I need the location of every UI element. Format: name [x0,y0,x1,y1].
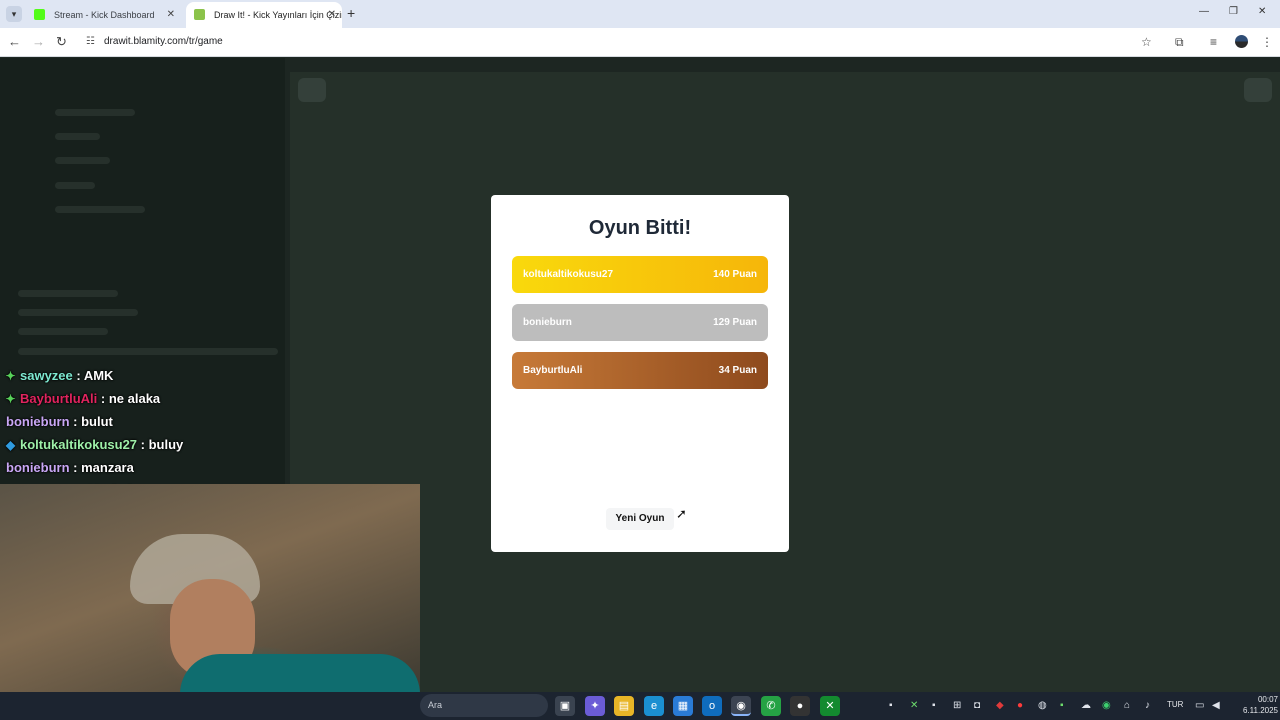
clock-date: 6.11.2025 [1243,706,1278,715]
taskbar-search[interactable]: Ara [420,694,548,717]
tab-title: Draw It! - Kick Yayınları İçin Çizim [214,10,342,20]
chat-text: : AMK [72,368,114,383]
player-score: 129 Puan [713,317,757,328]
bookmark-star-icon[interactable]: ☆ [1141,34,1152,50]
chrome-icon[interactable]: ◉ [731,696,751,716]
restore-icon[interactable]: ❐ [1229,6,1238,17]
player-name: bonieburn [523,317,572,328]
menu-kebab-icon[interactable]: ⋮ [1261,34,1273,50]
chat-username[interactable]: BayburtluAli [20,391,97,406]
chat-message: ✦ BayburtluAli : ne alaka [4,391,160,406]
copilot-icon[interactable]: ✦ [585,696,605,716]
tab-strip: ▾ Stream - Kick Dashboard ✕ Draw It! - K… [0,0,1280,28]
forward-arrow-icon[interactable]: → [32,34,45,50]
tray-gamepad-icon[interactable]: ⊞ [953,699,961,713]
player-name: koltukaltikokusu27 [523,269,614,280]
blurred-row [55,182,95,189]
file-explorer-icon[interactable]: ▤ [614,696,634,716]
chat-message: ✦ sawyzee : AMK [4,368,113,383]
blurred-row [55,133,100,140]
game-settings-button[interactable] [1244,78,1272,102]
game-over-modal: Oyun Bitti! koltukaltikokusu27 140 Puan … [491,195,789,552]
xbox-icon[interactable]: ✕ [820,696,840,716]
outlook-icon[interactable]: o [702,696,722,716]
blurred-row [18,309,138,316]
tab-close-icon[interactable]: ✕ [328,2,336,28]
tray-mic-icon[interactable]: ♪ [1145,699,1150,713]
tab-search-chevron-icon[interactable]: ▾ [6,6,22,22]
edge-icon[interactable]: e [644,696,664,716]
tray-app-icon[interactable]: ▪ [889,699,893,713]
minimize-icon[interactable]: — [1199,6,1209,17]
new-tab-button[interactable]: + [347,5,355,21]
window-close-icon[interactable]: ✕ [1258,6,1266,17]
blurred-row [18,290,118,297]
blurred-row [55,109,135,116]
store-icon[interactable]: ▦ [673,696,693,716]
chat-username[interactable]: sawyzee [20,368,73,383]
game-menu-button[interactable] [298,78,326,102]
obs-icon[interactable]: ● [790,696,810,716]
tray-volume-icon[interactable]: ◀ [1212,699,1220,713]
chat-text: : manzara [69,460,134,475]
back-arrow-icon[interactable]: ← [8,34,21,50]
player-score: 34 Puan [718,365,757,376]
tray-app-icon[interactable]: ▪ [1060,699,1064,713]
diamond-badge-icon: ✦ [5,392,16,406]
reload-icon[interactable]: ↻ [56,34,67,50]
modal-title: Oyun Bitti! [588,217,692,239]
mouse-cursor-icon: ➚ [676,506,687,521]
kick-favicon-icon [34,9,45,20]
clock[interactable]: 00:07 6.11.2025 [1228,694,1278,716]
chat-username[interactable]: koltukaltikokusu27 [20,437,137,452]
language-indicator[interactable]: TUR [1167,700,1183,709]
tab-kick-dashboard[interactable]: Stream - Kick Dashboard ✕ [26,2,181,28]
blurred-row [18,348,278,355]
tray-cloud-icon[interactable]: ☁ [1081,699,1091,713]
taskbar: Ara ▣ ✦ ▤ e ▦ o ◉ ✆ ● ✕ ▪ ✕ ▪ ⊞ ◘ ◆ ● ◍ … [0,692,1280,720]
address-bar[interactable]: drawit.blamity.com/tr/game [104,36,223,47]
tray-app-icon[interactable]: ◘ [974,699,980,713]
tray-app-icon[interactable]: ◆ [996,699,1004,713]
extensions-icon[interactable]: ⧉ [1175,34,1184,50]
profile-avatar[interactable] [1235,35,1248,48]
leaderboard-row-third: BayburtluAli 34 Puan [512,352,768,389]
leaderboard-row-second: bonieburn 129 Puan [512,304,768,341]
tray-network-icon[interactable]: ▭ [1195,699,1204,713]
blurred-row [55,157,110,164]
task-view-icon[interactable]: ▣ [555,696,575,716]
tray-app-icon[interactable]: ◉ [1102,699,1111,713]
diamond-badge-icon: ✦ [5,369,16,383]
tray-record-icon[interactable]: ● [1017,699,1023,713]
leaderboard-row-first: koltukaltikokusu27 140 Puan [512,256,768,293]
browser-toolbar: ← → ↻ ☷ drawit.blamity.com/tr/game ☆ ⧉ ≡… [0,28,1280,57]
tray-app-icon[interactable]: ▪ [932,699,936,713]
blurred-row [55,206,145,213]
chat-message: bonieburn : manzara [6,460,134,475]
tray-steam-icon[interactable]: ◍ [1038,699,1047,713]
chat-message: ◆ koltukaltikokusu27 : buluy [4,437,183,452]
chat-username[interactable]: bonieburn [6,460,70,475]
site-settings-icon[interactable]: ☷ [86,36,95,47]
tab-title: Stream - Kick Dashboard [54,10,155,20]
drawit-favicon-icon [194,9,205,20]
tray-xbox-icon[interactable]: ✕ [910,699,918,713]
tray-usb-icon[interactable]: ⌂ [1124,699,1130,713]
new-game-button[interactable]: Yeni Oyun [606,508,674,530]
tab-close-icon[interactable]: ✕ [167,2,175,28]
player-name: BayburtluAli [523,365,583,376]
cube-badge-icon: ◆ [5,438,16,452]
chat-text: : buluy [137,437,184,452]
media-controls-icon[interactable]: ≡ [1210,34,1217,50]
chat-text: : bulut [69,414,113,429]
whatsapp-icon[interactable]: ✆ [761,696,781,716]
chat-username[interactable]: bonieburn [6,414,70,429]
clock-time: 00:07 [1257,695,1278,704]
blurred-row [18,328,108,335]
tab-draw-it[interactable]: Draw It! - Kick Yayınları İçin Çizim ✕ [186,2,342,28]
webcam-feed [0,484,420,714]
player-score: 140 Puan [713,269,757,280]
chat-text: : ne alaka [97,391,161,406]
chat-message: bonieburn : bulut [6,414,113,429]
